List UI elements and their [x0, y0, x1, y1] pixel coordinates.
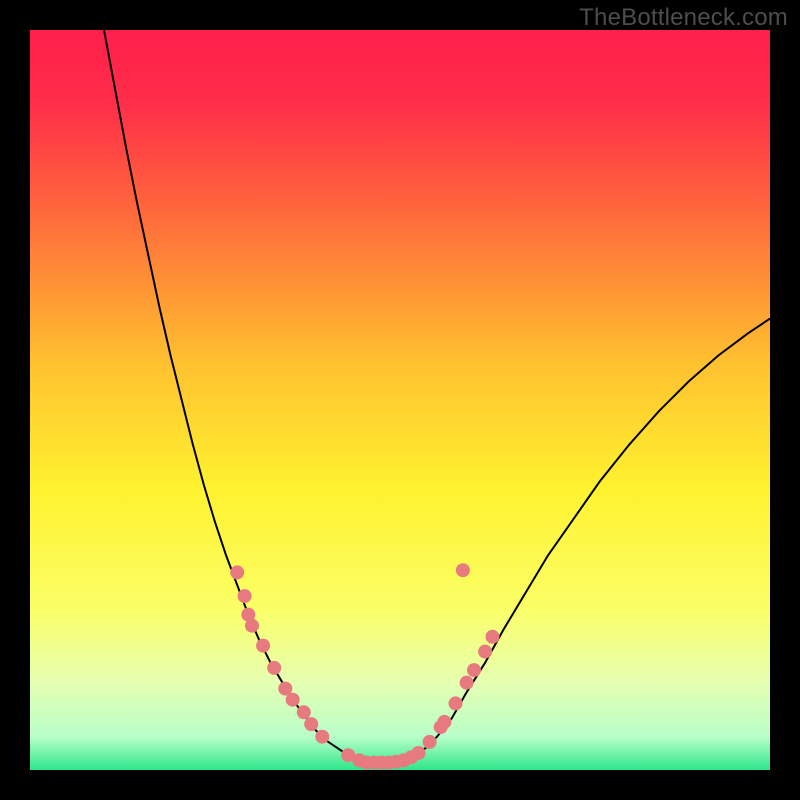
data-marker	[238, 589, 252, 603]
data-marker	[245, 619, 259, 633]
chart-background	[30, 30, 770, 770]
data-marker	[478, 645, 492, 659]
data-marker	[449, 696, 463, 710]
chart-svg	[30, 30, 770, 770]
data-marker	[467, 663, 481, 677]
data-marker	[315, 730, 329, 744]
data-marker	[230, 565, 244, 579]
data-marker	[486, 630, 500, 644]
data-marker	[267, 661, 281, 675]
data-marker	[286, 693, 300, 707]
chart-frame: TheBottleneck.com	[0, 0, 800, 800]
data-marker	[297, 705, 311, 719]
data-marker	[412, 746, 426, 760]
watermark-text: TheBottleneck.com	[579, 4, 788, 32]
data-marker	[456, 563, 470, 577]
data-marker	[423, 735, 437, 749]
data-marker	[437, 715, 451, 729]
data-marker	[304, 717, 318, 731]
data-marker	[256, 639, 270, 653]
data-marker	[460, 676, 474, 690]
